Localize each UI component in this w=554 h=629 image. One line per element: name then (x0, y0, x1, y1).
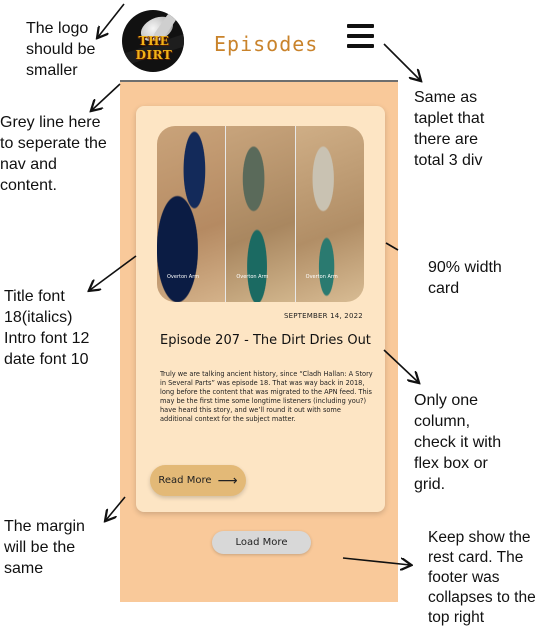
arrow-keep-show (342, 557, 410, 565)
arrow-tablet (383, 43, 420, 80)
arrow-width (385, 242, 399, 251)
arrow-column (383, 349, 418, 382)
arrow-fonts (90, 255, 137, 290)
arrow-grey-line (92, 83, 121, 110)
arrow-logo (98, 3, 125, 37)
annotation-arrows (0, 3, 554, 629)
arrow-margin (106, 496, 126, 520)
